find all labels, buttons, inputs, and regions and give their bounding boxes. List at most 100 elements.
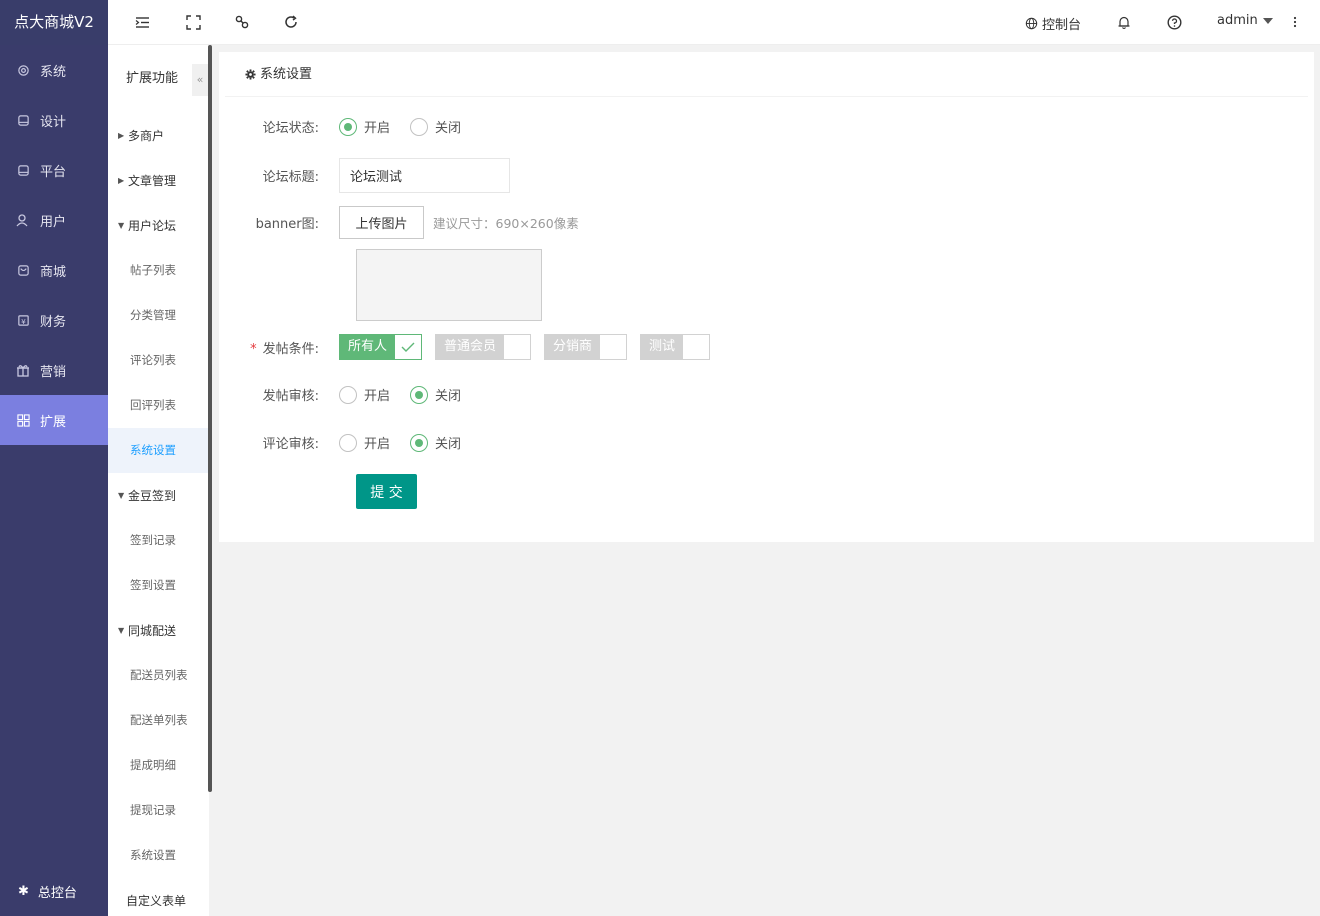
nav-item-user[interactable]: 用户 [0,195,108,245]
nav-label: 商城 [40,264,67,280]
finance-icon: ¥ [16,313,30,327]
banner-row: banner图: 上传图片 建议尺寸：690×260像素 [219,206,579,239]
forum-status-on-radio[interactable]: 开启 [339,117,390,136]
help-icon[interactable] [1165,13,1183,31]
sub-item-delivery-settings[interactable]: 系统设置 [108,833,209,878]
sub-item-couriers[interactable]: 配送员列表 [108,653,209,698]
more-icon[interactable] [1286,13,1304,31]
link-icon[interactable] [233,13,251,31]
nav-item-shop[interactable]: 商城 [0,245,108,295]
comment-review-on-radio[interactable]: 开启 [339,433,390,452]
console-label: 控制台 [1042,18,1082,33]
required-mark: * [250,341,257,357]
banner-size-hint: 建议尺寸：690×260像素 [433,216,579,231]
top-bar: 控制台 admin [108,0,1320,45]
nav-label: 营销 [40,364,67,380]
caret-right-icon: ▶ [118,176,125,185]
checkbox-box [683,335,710,359]
nav-label: 财务 [40,314,67,330]
shop-icon [16,263,30,277]
nav-label: 扩展 [40,414,67,430]
fullscreen-icon[interactable] [184,13,202,31]
sub-group-signin[interactable]: ▼ 金豆签到 [108,473,209,518]
condition-distributor-checkbox[interactable]: 分销商 [544,334,628,360]
card-title: 系统设置 [260,66,313,82]
sub-group-delivery[interactable]: ▼ 同城配送 [108,608,209,653]
sub-item-delivery-orders[interactable]: 配送单列表 [108,698,209,743]
sub-group-multi-merchant[interactable]: ▶ 多商户 [108,113,209,158]
user-name: admin [1217,13,1258,28]
sub-group-label: 同城配送 [128,624,177,638]
comment-review-off-radio[interactable]: 关闭 [410,433,461,452]
scrollbar[interactable] [208,45,212,792]
forum-title-input[interactable] [339,158,510,193]
sub-group-article[interactable]: ▶ 文章管理 [108,158,209,203]
svg-text:¥: ¥ [21,316,26,325]
forum-title-row: 论坛标题: [219,158,510,193]
sub-group-label: 多商户 [128,129,165,143]
sub-group-custom-form[interactable]: 自定义表单 [108,878,209,916]
nav-item-extension[interactable]: 扩展 [0,395,108,445]
sub-item-commission[interactable]: 提成明细 [108,743,209,788]
nav-item-design[interactable]: 设计 [0,95,108,145]
console-link[interactable]: 控制台 [1025,14,1081,33]
sub-item-forum-settings[interactable]: 系统设置 [108,428,209,473]
sub-item-signin-settings[interactable]: 签到设置 [108,563,209,608]
sub-item-posts[interactable]: 帖子列表 [108,248,209,293]
forum-title-label: 论坛标题: [262,170,319,185]
checkbox-label: 测试 [641,335,684,359]
checkbox-label: 所有人 [340,335,396,359]
bell-icon[interactable] [1115,13,1133,31]
main-sidebar: 点大商城V2 系统 设计 平台 用户 商城 ¥ 财务 营销 扩展 ✱ 总控台 [0,0,108,916]
monitor-icon [16,113,30,127]
sub-item-replies[interactable]: 回评列表 [108,383,209,428]
radio-circle [410,385,429,404]
radio-label: 开启 [364,121,391,136]
nav-label: 设计 [40,114,67,130]
gear-icon [245,68,256,80]
banner-preview [356,249,542,321]
nav-item-master-console[interactable]: ✱ 总控台 [0,876,108,906]
condition-everyone-checkbox[interactable]: 所有人 [339,334,423,360]
nav-item-marketing[interactable]: 营销 [0,345,108,395]
comment-review-label: 评论审核: [262,437,319,452]
sub-group-label: 用户论坛 [128,219,177,233]
checkbox-box [600,335,627,359]
nav-item-finance[interactable]: ¥ 财务 [0,295,108,345]
post-review-on-radio[interactable]: 开启 [339,385,390,404]
condition-member-checkbox[interactable]: 普通会员 [435,334,532,360]
comment-review-row: 评论审核: 开启 关闭 [219,433,481,452]
settings-icon: ✱ [18,883,29,899]
upload-image-button[interactable]: 上传图片 [339,206,424,239]
nav-item-platform[interactable]: 平台 [0,145,108,195]
grid-icon [16,413,30,427]
sub-item-signin-records[interactable]: 签到记录 [108,518,209,563]
gift-icon [16,363,30,377]
radio-circle [339,117,357,136]
collapse-sidebar-button[interactable]: « [192,64,208,96]
post-review-off-radio[interactable]: 关闭 [410,385,461,404]
sub-group-forum[interactable]: ▼ 用户论坛 [108,203,209,248]
caret-down-icon [1262,17,1273,24]
sub-item-withdrawals[interactable]: 提现记录 [108,788,209,833]
sub-item-categories[interactable]: 分类管理 [108,293,209,338]
user-menu[interactable]: admin [1217,13,1273,28]
submit-button[interactable]: 提 交 [356,474,417,509]
forum-status-label: 论坛状态: [262,121,319,136]
menu-fold-icon[interactable] [133,13,151,31]
radio-circle [410,117,429,136]
sub-group-label: 自定义表单 [126,894,187,908]
brand-title: 点大商城V2 [0,0,108,45]
refresh-icon[interactable] [282,13,300,31]
sub-sidebar: 扩展功能 ▶ 多商户 ▶ 文章管理 ▼ 用户论坛 帖子列表 分类管理 评论列表 … [108,45,209,916]
sub-item-comments[interactable]: 评论列表 [108,338,209,383]
radio-label: 关闭 [435,389,462,404]
sub-group-label: 文章管理 [128,174,177,188]
nav-label: 平台 [40,164,67,180]
condition-test-checkbox[interactable]: 测试 [640,334,711,360]
radio-label: 关闭 [435,121,462,136]
forum-status-off-radio[interactable]: 关闭 [410,117,461,136]
nav-item-system[interactable]: 系统 [0,45,108,95]
gear-icon [16,63,30,77]
post-review-row: 发帖审核: 开启 关闭 [219,385,481,404]
